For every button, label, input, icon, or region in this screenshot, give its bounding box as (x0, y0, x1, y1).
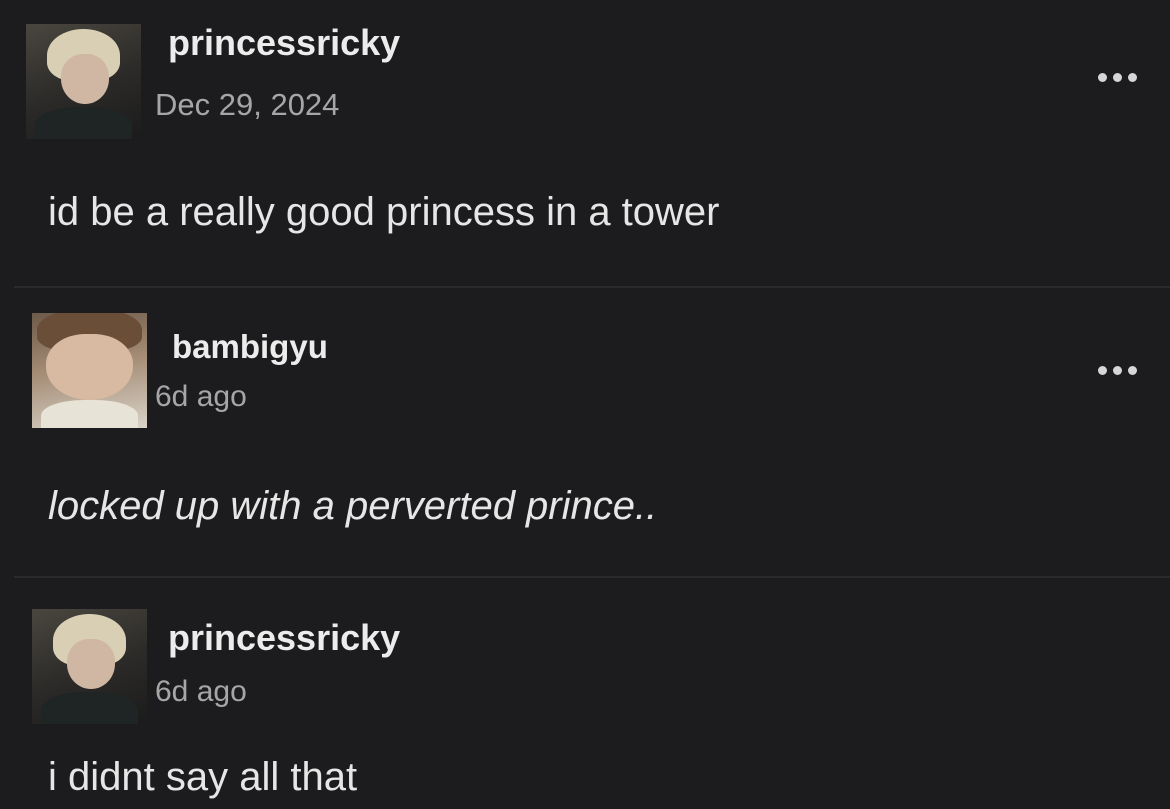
post-timestamp[interactable]: 6d ago (155, 675, 247, 709)
avatar[interactable] (32, 609, 147, 724)
post: princessricky Dec 29, 2024 id be a reall… (0, 0, 1170, 288)
post-body-text: id be a really good princess in a tower (48, 190, 720, 234)
post-username[interactable]: princessricky (168, 22, 400, 64)
more-options-icon[interactable] (1096, 363, 1140, 377)
post-username[interactable]: bambigyu (172, 328, 328, 366)
post-body-text: i didnt say all that (48, 755, 358, 799)
post-body-text: locked up with a perverted prince.. (48, 484, 658, 528)
avatar[interactable] (32, 313, 147, 428)
post-timestamp[interactable]: 6d ago (155, 380, 247, 414)
avatar[interactable] (26, 24, 141, 139)
more-options-icon[interactable] (1096, 70, 1140, 84)
post: princessricky 6d ago i didnt say all tha… (0, 578, 1170, 809)
post-timestamp[interactable]: Dec 29, 2024 (155, 87, 339, 123)
post: bambigyu 6d ago locked up with a pervert… (0, 288, 1170, 578)
post-username[interactable]: princessricky (168, 617, 400, 659)
